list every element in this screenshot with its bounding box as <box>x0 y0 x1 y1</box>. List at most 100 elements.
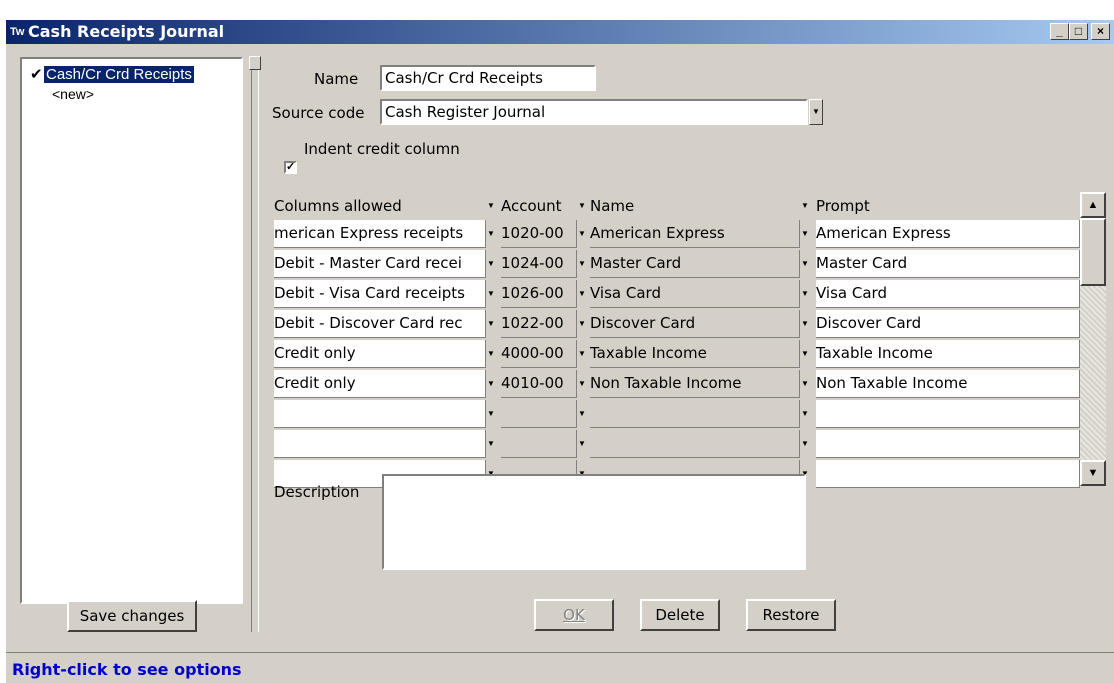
chevron-down-icon[interactable]: ▼ <box>486 370 496 398</box>
splitter-handle[interactable] <box>249 56 261 70</box>
chevron-down-icon[interactable]: ▼ <box>800 310 810 338</box>
list-item[interactable]: <new> <box>52 86 94 102</box>
grid-cell[interactable]: 4010-00 <box>501 370 577 398</box>
chevron-down-icon[interactable]: ▼ <box>809 99 823 125</box>
grid-cell[interactable]: 1026-00 <box>501 280 577 308</box>
splitter[interactable] <box>251 57 259 632</box>
name-field[interactable]: Cash/Cr Crd Receipts <box>380 65 596 91</box>
chevron-down-icon[interactable]: ▼ <box>486 310 496 338</box>
chevron-down-icon[interactable]: ▼ <box>577 280 587 308</box>
grid-cell[interactable]: Non Taxable Income <box>590 370 800 398</box>
scroll-down-icon[interactable]: ▼ <box>1080 460 1106 486</box>
chevron-down-icon[interactable]: ▼ <box>800 430 810 458</box>
grid-cell[interactable]: Debit - Master Card recei <box>274 250 486 278</box>
grid-cell[interactable]: Master Card <box>590 250 800 278</box>
grid-cell[interactable] <box>590 430 800 458</box>
scrollbar-thumb[interactable] <box>1080 218 1106 286</box>
chevron-down-icon[interactable]: ▼ <box>486 430 496 458</box>
grid-cell[interactable]: Taxable Income <box>816 340 1080 368</box>
ok-button[interactable]: OK <box>534 599 614 631</box>
grid-cell[interactable]: 1022-00 <box>501 310 577 338</box>
chevron-down-icon[interactable]: ▼ <box>577 310 587 338</box>
chevron-down-icon[interactable]: ▼ <box>800 400 810 428</box>
grid-cell[interactable]: Taxable Income <box>590 340 800 368</box>
close-icon: × <box>1096 24 1104 38</box>
grid-cell[interactable] <box>590 400 800 428</box>
checkmark-icon: ✔ <box>30 66 43 83</box>
grid-cell[interactable]: merican Express receipts <box>274 220 486 248</box>
grid-cell[interactable] <box>501 400 577 428</box>
name-label: Name <box>314 70 359 88</box>
indent-credit-checkbox[interactable]: ✓ <box>284 161 297 174</box>
chevron-down-icon[interactable]: ▼ <box>577 430 587 458</box>
chevron-down-icon[interactable]: ▼ <box>486 250 496 278</box>
maximize-button[interactable]: □ <box>1069 23 1088 40</box>
grid-scrollbar[interactable]: ▲ ▼ <box>1080 192 1106 486</box>
save-changes-button[interactable]: Save changes <box>67 600 197 632</box>
grid-cell[interactable]: Non Taxable Income <box>816 370 1080 398</box>
grid-cell[interactable] <box>274 430 486 458</box>
source-code-label: Source code <box>272 104 365 122</box>
grid-cell[interactable] <box>501 430 577 458</box>
chevron-down-icon[interactable]: ▼ <box>800 250 810 278</box>
cash-receipts-journal-window: Tw Cash Receipts Journal _ □ × ✔ Cash/Cr … <box>6 20 1114 683</box>
chevron-down-icon[interactable]: ▼ <box>800 192 810 220</box>
chevron-down-icon[interactable]: ▼ <box>800 220 810 248</box>
grid-cell[interactable]: Visa Card <box>590 280 800 308</box>
chevron-down-icon[interactable]: ▼ <box>577 220 587 248</box>
source-code-field[interactable]: Cash Register Journal <box>380 99 808 125</box>
grid-cell[interactable]: Debit - Discover Card rec <box>274 310 486 338</box>
header-account: Account <box>501 197 562 215</box>
chevron-down-icon[interactable]: ▼ <box>486 400 496 428</box>
grid-cell[interactable] <box>816 400 1080 428</box>
grid-cell[interactable]: 1024-00 <box>501 250 577 278</box>
header-columns-allowed: Columns allowed <box>274 197 402 215</box>
maximize-icon: □ <box>1074 24 1083 38</box>
chevron-down-icon[interactable]: ▼ <box>486 192 496 220</box>
title-bar[interactable]: Tw Cash Receipts Journal _ □ × <box>6 20 1114 44</box>
header-name: Name <box>590 197 635 215</box>
chevron-down-icon[interactable]: ▼ <box>486 280 496 308</box>
ok-label: OK <box>563 606 585 624</box>
chevron-down-icon[interactable]: ▼ <box>577 250 587 278</box>
grid-cell[interactable] <box>816 430 1080 458</box>
close-button[interactable]: × <box>1091 23 1110 40</box>
grid-cell[interactable]: Master Card <box>816 250 1080 278</box>
status-bar: Right-click to see options <box>6 652 1114 683</box>
grid-cell[interactable]: Visa Card <box>816 280 1080 308</box>
chevron-down-icon[interactable]: ▼ <box>577 370 587 398</box>
grid-cell[interactable]: Credit only <box>274 370 486 398</box>
grid-cell[interactable]: Credit only <box>274 340 486 368</box>
grid-cell[interactable]: American Express <box>590 220 800 248</box>
grid-cell[interactable]: American Express <box>816 220 1080 248</box>
list-item[interactable]: ✔ Cash/Cr Crd Receipts <box>30 65 194 83</box>
columns-grid: Columns allowed ▼ Account ▼ Name ▼ Promp… <box>274 192 1080 488</box>
chevron-down-icon[interactable]: ▼ <box>486 340 496 368</box>
grid-cell[interactable]: Debit - Visa Card receipts <box>274 280 486 308</box>
chevron-down-icon[interactable]: ▼ <box>577 400 587 428</box>
chevron-down-icon[interactable]: ▼ <box>577 192 587 220</box>
restore-button[interactable]: Restore <box>746 599 836 631</box>
minimize-icon: _ <box>1056 24 1063 38</box>
grid-cell[interactable] <box>816 460 1080 488</box>
chevron-down-icon[interactable]: ▼ <box>800 370 810 398</box>
journal-list[interactable]: ✔ Cash/Cr Crd Receipts <new> <box>20 57 243 604</box>
delete-button[interactable]: Delete <box>640 599 720 631</box>
chevron-down-icon[interactable]: ▼ <box>486 220 496 248</box>
chevron-down-icon[interactable]: ▼ <box>800 340 810 368</box>
grid-cell[interactable]: Discover Card <box>590 310 800 338</box>
grid-cell[interactable]: Discover Card <box>816 310 1080 338</box>
grid-cell[interactable]: 4000-00 <box>501 340 577 368</box>
description-field[interactable] <box>382 474 806 570</box>
header-prompt: Prompt <box>816 197 870 215</box>
scroll-up-icon[interactable]: ▲ <box>1080 192 1106 218</box>
app-icon[interactable]: Tw <box>10 24 28 40</box>
grid-cell[interactable] <box>274 400 486 428</box>
status-text: Right-click to see options <box>12 660 242 679</box>
chevron-down-icon[interactable]: ▼ <box>800 280 810 308</box>
minimize-button[interactable]: _ <box>1050 23 1069 40</box>
window-title: Cash Receipts Journal <box>28 22 225 41</box>
indent-credit-label: Indent credit column <box>304 140 460 158</box>
grid-cell[interactable]: 1020-00 <box>501 220 577 248</box>
chevron-down-icon[interactable]: ▼ <box>577 340 587 368</box>
